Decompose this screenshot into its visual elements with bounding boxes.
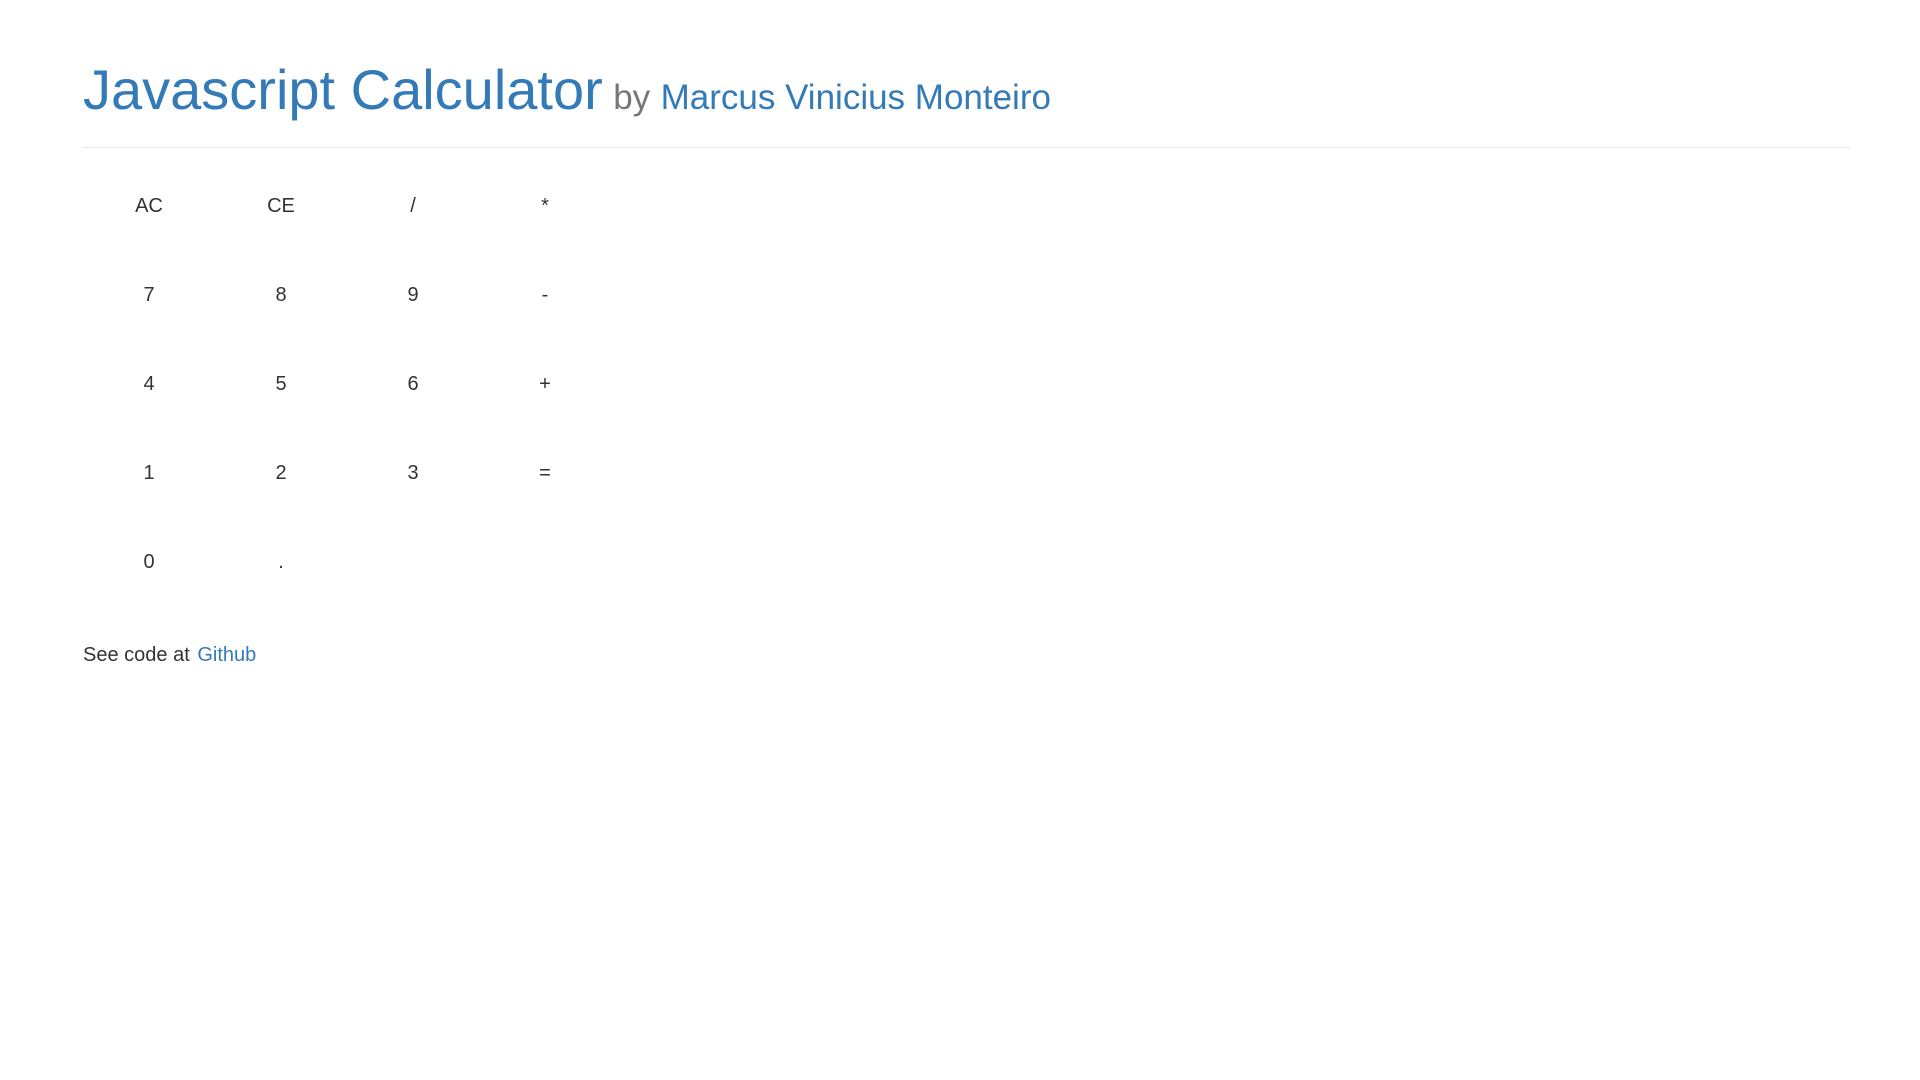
footer-text: See code at xyxy=(83,644,190,666)
digit-5-button[interactable]: 5 xyxy=(215,340,347,429)
all-clear-button[interactable]: AC xyxy=(83,162,215,251)
multiply-button[interactable]: * xyxy=(479,162,611,251)
digit-8-button[interactable]: 8 xyxy=(215,251,347,340)
github-link[interactable]: Github xyxy=(197,644,256,666)
clear-entry-button[interactable]: CE xyxy=(215,162,347,251)
keypad-row: 4 5 6 + xyxy=(83,340,611,429)
page-title-link[interactable]: Javascript Calculator xyxy=(83,54,603,126)
equals-button[interactable]: = xyxy=(479,429,611,518)
by-label: by xyxy=(613,78,651,117)
add-button[interactable]: + xyxy=(479,340,611,429)
footer: See code at Github xyxy=(83,640,256,670)
digit-1-button[interactable]: 1 xyxy=(83,429,215,518)
divide-button[interactable]: / xyxy=(347,162,479,251)
keypad-row: 7 8 9 - xyxy=(83,251,611,340)
digit-6-button[interactable]: 6 xyxy=(347,340,479,429)
page-header: Javascript Calculator by Marcus Vinicius… xyxy=(83,54,1851,148)
keypad-row: 1 2 3 = xyxy=(83,429,611,518)
author-link[interactable]: Marcus Vinicius Monteiro xyxy=(661,78,1051,118)
decimal-point-button[interactable]: . xyxy=(215,518,347,607)
digit-9-button[interactable]: 9 xyxy=(347,251,479,340)
calculator-keypad: AC CE / * 7 8 9 - 4 5 6 + 1 2 3 = 0 . xyxy=(83,162,611,607)
page: Javascript Calculator by Marcus Vinicius… xyxy=(0,0,1920,1080)
digit-2-button[interactable]: 2 xyxy=(215,429,347,518)
digit-0-button[interactable]: 0 xyxy=(83,518,215,607)
digit-3-button[interactable]: 3 xyxy=(347,429,479,518)
digit-7-button[interactable]: 7 xyxy=(83,251,215,340)
keypad-row: 0 . xyxy=(83,518,611,607)
subtract-button[interactable]: - xyxy=(479,251,611,340)
keypad-row: AC CE / * xyxy=(83,162,611,251)
digit-4-button[interactable]: 4 xyxy=(83,340,215,429)
